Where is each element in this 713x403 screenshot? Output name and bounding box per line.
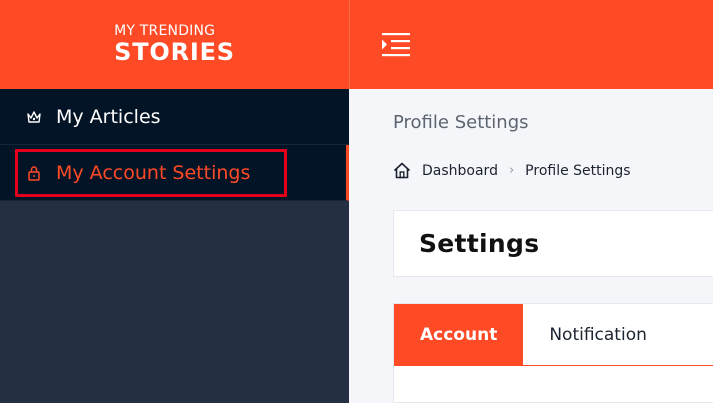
- settings-heading: Settings: [419, 229, 540, 258]
- tab-notification[interactable]: Notification: [523, 304, 673, 365]
- sidebar-item-my-articles[interactable]: My Articles: [0, 89, 349, 145]
- sidebar: MY TRENDING STORIES My Articles My Accou…: [0, 0, 349, 403]
- breadcrumb-dashboard-link[interactable]: Dashboard: [422, 163, 498, 179]
- page-title: Profile Settings: [393, 112, 529, 133]
- sidebar-item-label: My Account Settings: [56, 161, 251, 184]
- menu-toggle-icon[interactable]: [382, 33, 410, 57]
- breadcrumb-current: Profile Settings: [525, 162, 631, 179]
- brand-line1: MY TRENDING: [114, 23, 216, 39]
- sidebar-item-my-account-settings[interactable]: My Account Settings: [0, 145, 349, 201]
- tab-row: Account Notification: [394, 304, 713, 366]
- main-content: Profile Settings Dashboard › Profile Set…: [349, 89, 713, 403]
- settings-card-header: Settings: [393, 210, 713, 277]
- top-header: [349, 0, 713, 89]
- sidebar-nav: My Articles My Account Settings: [0, 89, 349, 201]
- chevron-right-icon: ›: [508, 163, 515, 178]
- settings-tabs: Account Notification: [393, 303, 713, 403]
- brand-logo[interactable]: MY TRENDING STORIES: [0, 0, 349, 89]
- lock-icon: [25, 164, 43, 182]
- home-icon[interactable]: [393, 162, 411, 179]
- breadcrumb: Dashboard › Profile Settings: [393, 162, 631, 179]
- tab-account[interactable]: Account: [394, 304, 524, 365]
- brand-line2: STORIES: [114, 38, 235, 66]
- crown-icon: [25, 108, 43, 126]
- sidebar-item-label: My Articles: [56, 105, 161, 128]
